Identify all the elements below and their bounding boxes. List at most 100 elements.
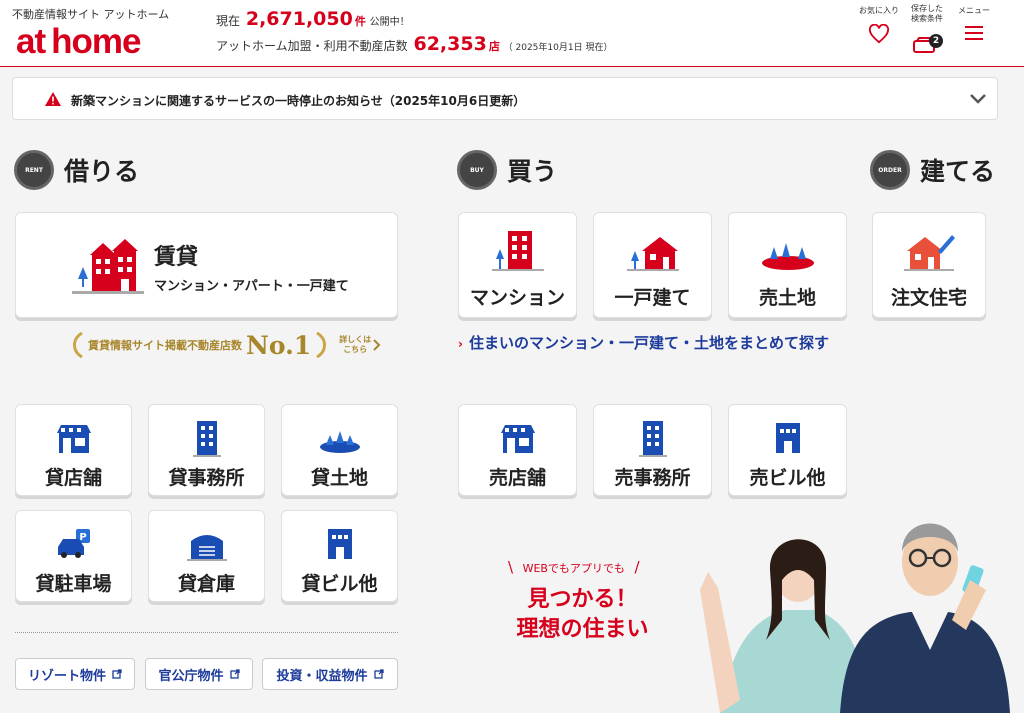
athome-logo[interactable]: at home [16,22,141,62]
buy-mansion-card[interactable]: マンション [458,212,577,318]
rent-card-sub: マンション・アパート・一戸建て [154,279,349,294]
listing-count: 現在 2,671,050 件 公開中！ [216,8,410,30]
external-link-icon [229,669,240,679]
buy-mansion-label: マンション [469,287,565,309]
buy-house-card[interactable]: 一戸建て [593,212,712,318]
building-icon [775,423,800,453]
rent-parking-card[interactable]: P 貸駐車場 [15,510,132,602]
hamburger-icon [965,26,983,40]
favorites-button[interactable]: お気に入り [856,6,902,44]
buy-house-label: 一戸建て [614,287,691,309]
chevron-right-icon [373,339,381,351]
government-link-label: 官公庁物件 [158,668,224,684]
custom-house-label: 注文住宅 [890,287,967,309]
agency-count-prefix: アットホーム加盟・利用不動産店数 [216,39,408,53]
site-tagline: 不動産情報サイト アットホーム [12,8,170,21]
listing-count-unit: 件 [354,15,366,28]
agency-count: アットホーム加盟・利用不動産店数 62,353 店 （ 2025年10月1日 現在… [216,33,612,55]
rent-title: 借りる [64,157,140,186]
slash-left: \ [508,558,514,576]
promo-tagline-text: WEBでもアプリでも [522,562,625,575]
stats1-prefix: 現在 [216,14,241,28]
rent-card-title: 賃貸 [154,245,199,270]
order-badge-icon: ORDER [870,150,910,190]
parking-car-icon: P [57,529,90,558]
rent-warehouse-card[interactable]: 貸倉庫 [148,510,265,602]
promo-line1: 見つかる！ [527,587,638,612]
no1-badge[interactable]: 賃貸情報サイト掲載不動産店数 No.1 詳しくは こちら [70,330,400,360]
store-icon [500,425,535,453]
buy-title: 買う [507,157,558,186]
buy-combined-search-link[interactable]: › 住まいのマンション・一戸建て・土地をまとめて探す [458,332,829,353]
favorites-label: お気に入り [859,6,899,15]
heart-icon [868,24,890,44]
land-icon [319,431,360,453]
menu-label: メニュー [958,6,990,15]
slash-right: / [634,558,640,576]
rent-building-label: 貸ビル他 [301,573,378,595]
notice-banner[interactable]: 新築マンションに関連するサービスの一時停止のお知らせ（2025年10月6日更新） [12,77,998,120]
promo-tagline: \ WEBでもアプリでも / [508,558,640,576]
building-icon [327,529,352,559]
mansion-icon [491,231,544,271]
laurel-left-icon [73,331,83,359]
custom-house-card[interactable]: 注文住宅 [872,212,986,318]
rent-store-label: 貸店舗 [44,467,102,489]
buy-building-card[interactable]: 売ビル他 [728,404,847,496]
no1-detail-link[interactable]: 詳しくは こちら [337,335,373,355]
buy-office-card[interactable]: 売事務所 [593,404,712,496]
site-header: 不動産情報サイト アットホーム at home 現在 2,671,050 件 公開中… [0,0,1024,67]
buy-land-label: 売土地 [758,287,816,309]
rent-main-card[interactable]: 賃貸 マンション・アパート・一戸建て [15,212,398,318]
rent-land-card[interactable]: 貸土地 [281,404,398,496]
buy-combined-search-label: 住まいのマンション・一戸建て・土地をまとめて探す [468,334,829,352]
rent-land-label: 貸土地 [310,467,368,489]
rent-building-card[interactable]: 貸ビル他 [281,510,398,602]
house-icon [626,237,679,271]
external-link-icon [373,669,384,679]
government-link[interactable]: 官公庁物件 [145,658,253,690]
saved-search-label: 保存した 検索条件 [911,4,943,23]
listing-count-suffix: 公開中！ [369,17,410,28]
agency-count-value: 62,353 [413,33,487,55]
notice-text: 新築マンションに関連するサービスの一時停止のお知らせ（2025年10月6日更新） [71,94,526,108]
laurel-right-icon [316,331,327,359]
listing-count-value: 2,671,050 [245,8,353,30]
store-icon [56,425,91,453]
rent-section-title: RENT 借りる [14,150,139,190]
external-link-icon [112,669,122,679]
chevron-down-icon[interactable] [969,93,987,105]
saved-search-button[interactable]: 保存した 検索条件 2 [906,4,948,53]
promo-people-illustration [700,523,1010,713]
investment-link-label: 投資・収益物件 [276,668,368,684]
investment-link[interactable]: 投資・収益物件 [262,658,398,690]
buy-office-label: 売事務所 [614,467,691,489]
warning-icon [45,92,61,106]
build-title: 建てる [920,157,996,186]
buy-store-label: 売店舗 [488,467,546,489]
resort-link[interactable]: リゾート物件 [15,658,135,690]
warehouse-icon [186,535,227,561]
buy-store-card[interactable]: 売店舗 [458,404,577,496]
buy-building-label: 売ビル他 [749,467,826,489]
agency-count-unit: 店 [488,40,500,53]
office-building-icon [638,421,667,457]
land-icon [761,243,814,270]
rent-badge-icon: RENT [14,150,54,190]
no1-rank: No.1 [246,330,312,360]
no1-text: 賃貸情報サイト掲載不動産店数 [88,339,242,352]
buy-land-card[interactable]: 売土地 [728,212,847,318]
rent-warehouse-label: 貸倉庫 [177,573,235,595]
buy-section-title: BUY 買う [457,150,557,190]
apartment-building-icon [72,239,144,294]
chevron-right-icon: › [458,337,463,351]
rent-store-card[interactable]: 貸店舗 [15,404,132,496]
promo-headline: 見つかる！ 理想の住まい [505,585,660,645]
custom-house-icon [904,235,955,271]
agency-count-note: （ 2025年10月1日 現在） [503,43,613,53]
buy-badge-icon: BUY [457,150,497,190]
rent-office-card[interactable]: 貸事務所 [148,404,265,496]
resort-link-label: リゾート物件 [27,668,106,684]
office-building-icon [192,421,221,457]
menu-button[interactable]: メニュー [952,6,996,42]
